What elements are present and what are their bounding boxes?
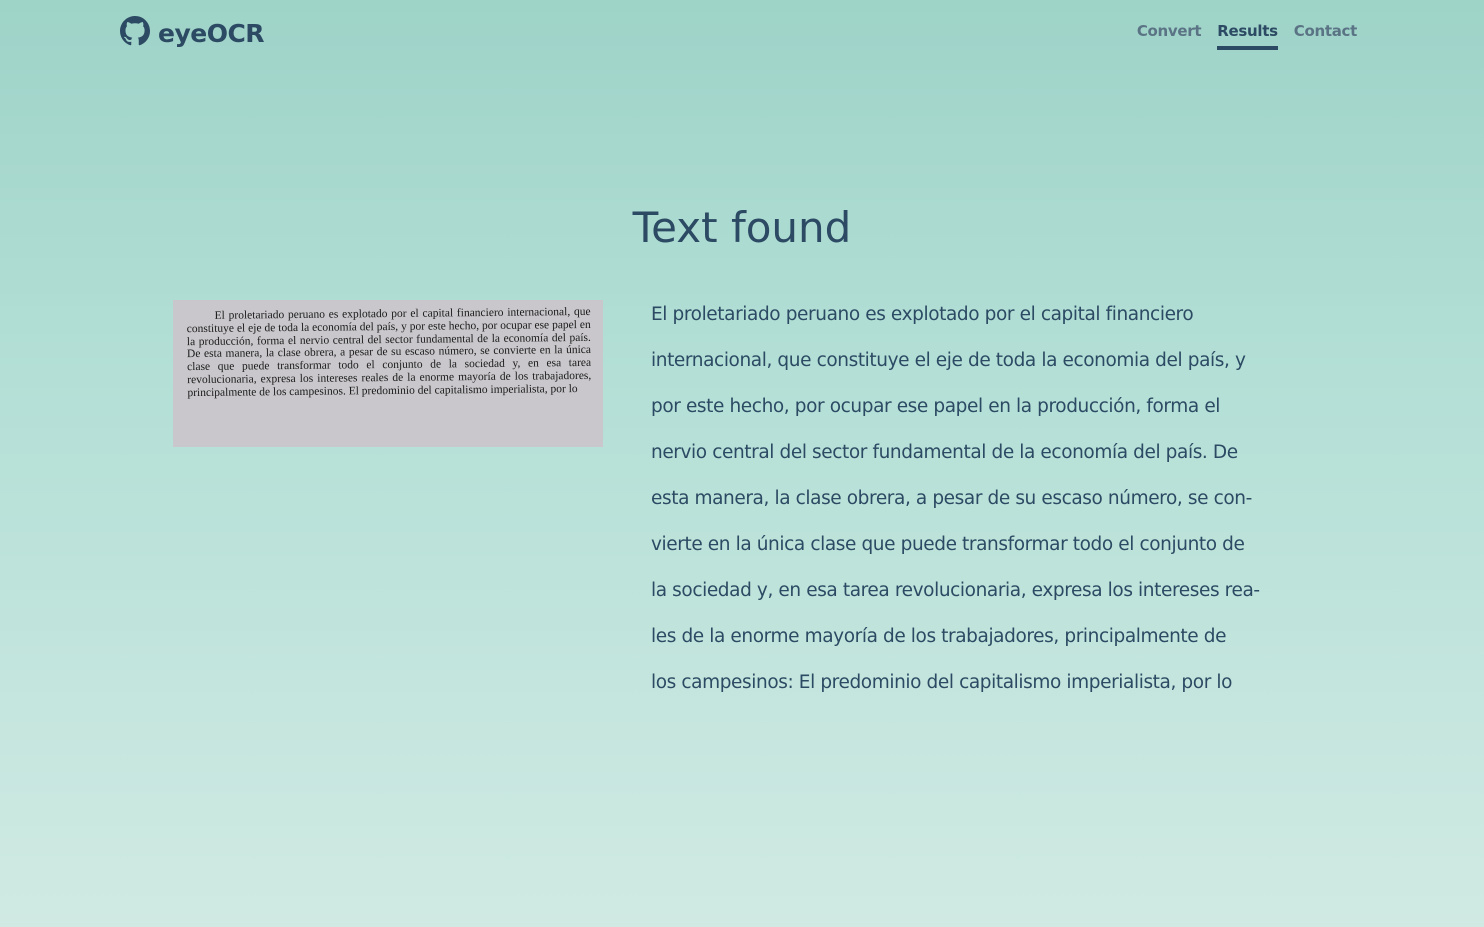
brand-link[interactable]: eyeOCR [120,16,265,50]
result-line: internacional, que constituye el eje de … [651,350,1246,371]
nav-results[interactable]: Results [1217,22,1278,50]
ocr-result-text: El proletariado peruano es explotado por… [651,292,1281,706]
result-line: los campesinos: El predominio del capita… [651,672,1233,693]
result-line: vierte en la única clase que puede trans… [651,534,1245,555]
top-navbar: eyeOCR Convert Results Contact [0,0,1484,70]
nav-contact[interactable]: Contact [1294,22,1358,50]
result-line: la sociedad y, en esa tarea revolucionar… [651,580,1260,601]
result-line: nervio central del sector fundamental de… [651,442,1238,463]
nav-convert[interactable]: Convert [1137,22,1202,50]
github-icon [120,16,150,50]
result-line: les de la enorme mayoría de los trabajad… [651,626,1227,647]
scanned-image-text: El proletariado peruano es explotado por… [186,305,592,399]
result-line: esta manera, la clase obrera, a pesar de… [651,488,1252,509]
result-line: El proletariado peruano es explotado por… [651,304,1194,325]
main-nav: Convert Results Contact [1137,22,1357,50]
result-line: por este hecho, por ocupar ese papel en … [651,396,1221,417]
brand-name: eyeOCR [158,18,265,48]
page-title: Text found [632,203,852,252]
scanned-image: El proletariado peruano es explotado por… [173,300,603,447]
